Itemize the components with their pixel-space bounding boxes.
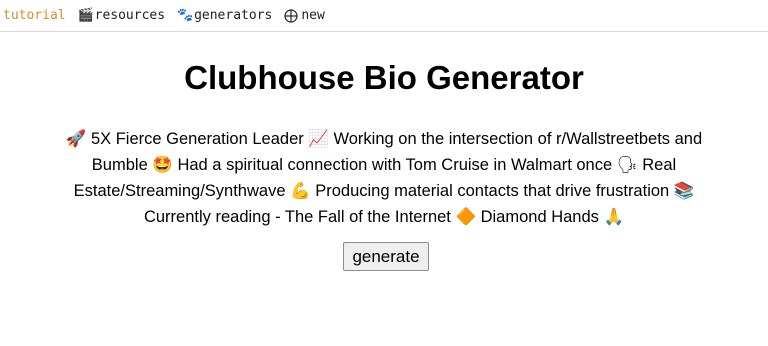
nav-resources-label: resources [94, 8, 166, 23]
nav-tutorial-label: tutorial [3, 8, 66, 23]
paw-icon: 🐾 [177, 7, 194, 23]
nav-new-label: new [301, 8, 325, 23]
nav-new-link[interactable]: new [284, 8, 325, 23]
nav-generators-link[interactable]: 🐾 generators [177, 8, 272, 23]
page-title: Clubhouse Bio Generator [184, 59, 584, 96]
top-navigation: tutorial 🎬 resources 🐾 generators new [0, 0, 768, 32]
generate-button[interactable]: generate [343, 242, 429, 271]
globe-icon [284, 8, 298, 23]
nav-generators-label: generators [194, 8, 273, 23]
generated-bio-text: 🚀 5X Fierce Generation Leader 📈 Working … [65, 130, 703, 226]
nav-tutorial-link[interactable]: tutorial [3, 8, 66, 23]
clapperboard-icon: 🎬 [77, 7, 94, 23]
nav-resources-link[interactable]: 🎬 resources [78, 8, 165, 23]
